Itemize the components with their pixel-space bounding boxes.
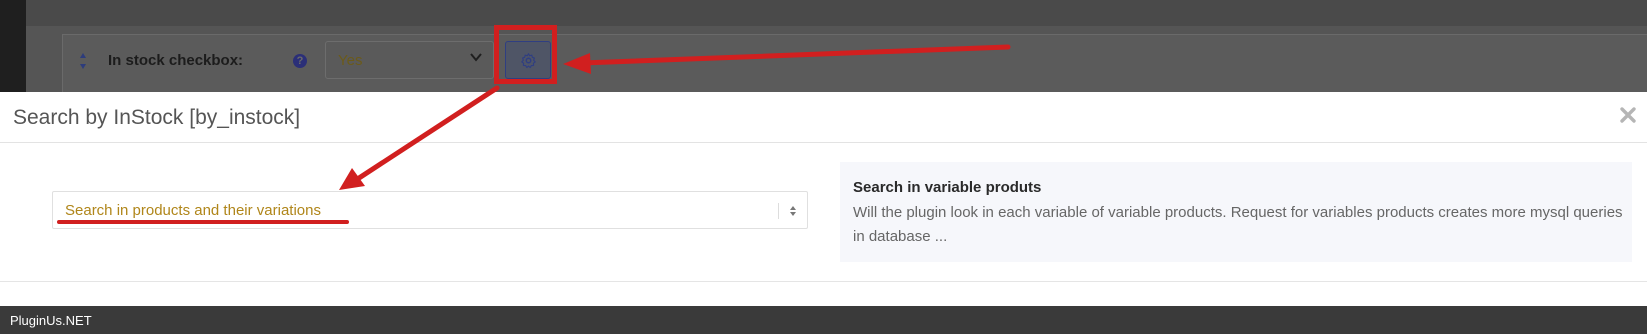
annotation-highlight-box	[494, 25, 557, 84]
modal-header: Search by InStock [by_instock]	[0, 92, 1647, 143]
in-stock-select-value: Yes	[338, 52, 363, 69]
in-stock-select[interactable]: Yes	[325, 41, 494, 79]
in-stock-label: In stock checkbox:	[108, 52, 244, 69]
close-icon[interactable]	[1619, 106, 1637, 124]
sort-handle-icon[interactable]	[78, 50, 88, 72]
info-description: Will the plugin look in each variable of…	[853, 204, 1623, 245]
chevron-down-icon	[470, 53, 482, 62]
question-circle-icon[interactable]: ?	[293, 54, 307, 68]
modal-dialog: Search by InStock [by_instock] Search in…	[0, 92, 1647, 306]
search-mode-select-value: Search in products and their variations	[65, 202, 321, 219]
footer-bar: PluginUs.NET	[0, 306, 1647, 334]
admin-sidebar	[0, 0, 26, 92]
select-divider	[778, 203, 779, 219]
annotation-underline	[57, 220, 349, 224]
updown-arrows-icon	[790, 206, 796, 216]
modal-title: Search by InStock [by_instock]	[13, 106, 301, 129]
footer-brand: PluginUs.NET	[10, 313, 92, 328]
info-title: Search in variable produts	[853, 179, 1042, 196]
info-panel: Search in variable produts Will the plug…	[840, 162, 1632, 262]
modal-footer-divider	[0, 281, 1647, 282]
background-header	[26, 0, 1647, 26]
